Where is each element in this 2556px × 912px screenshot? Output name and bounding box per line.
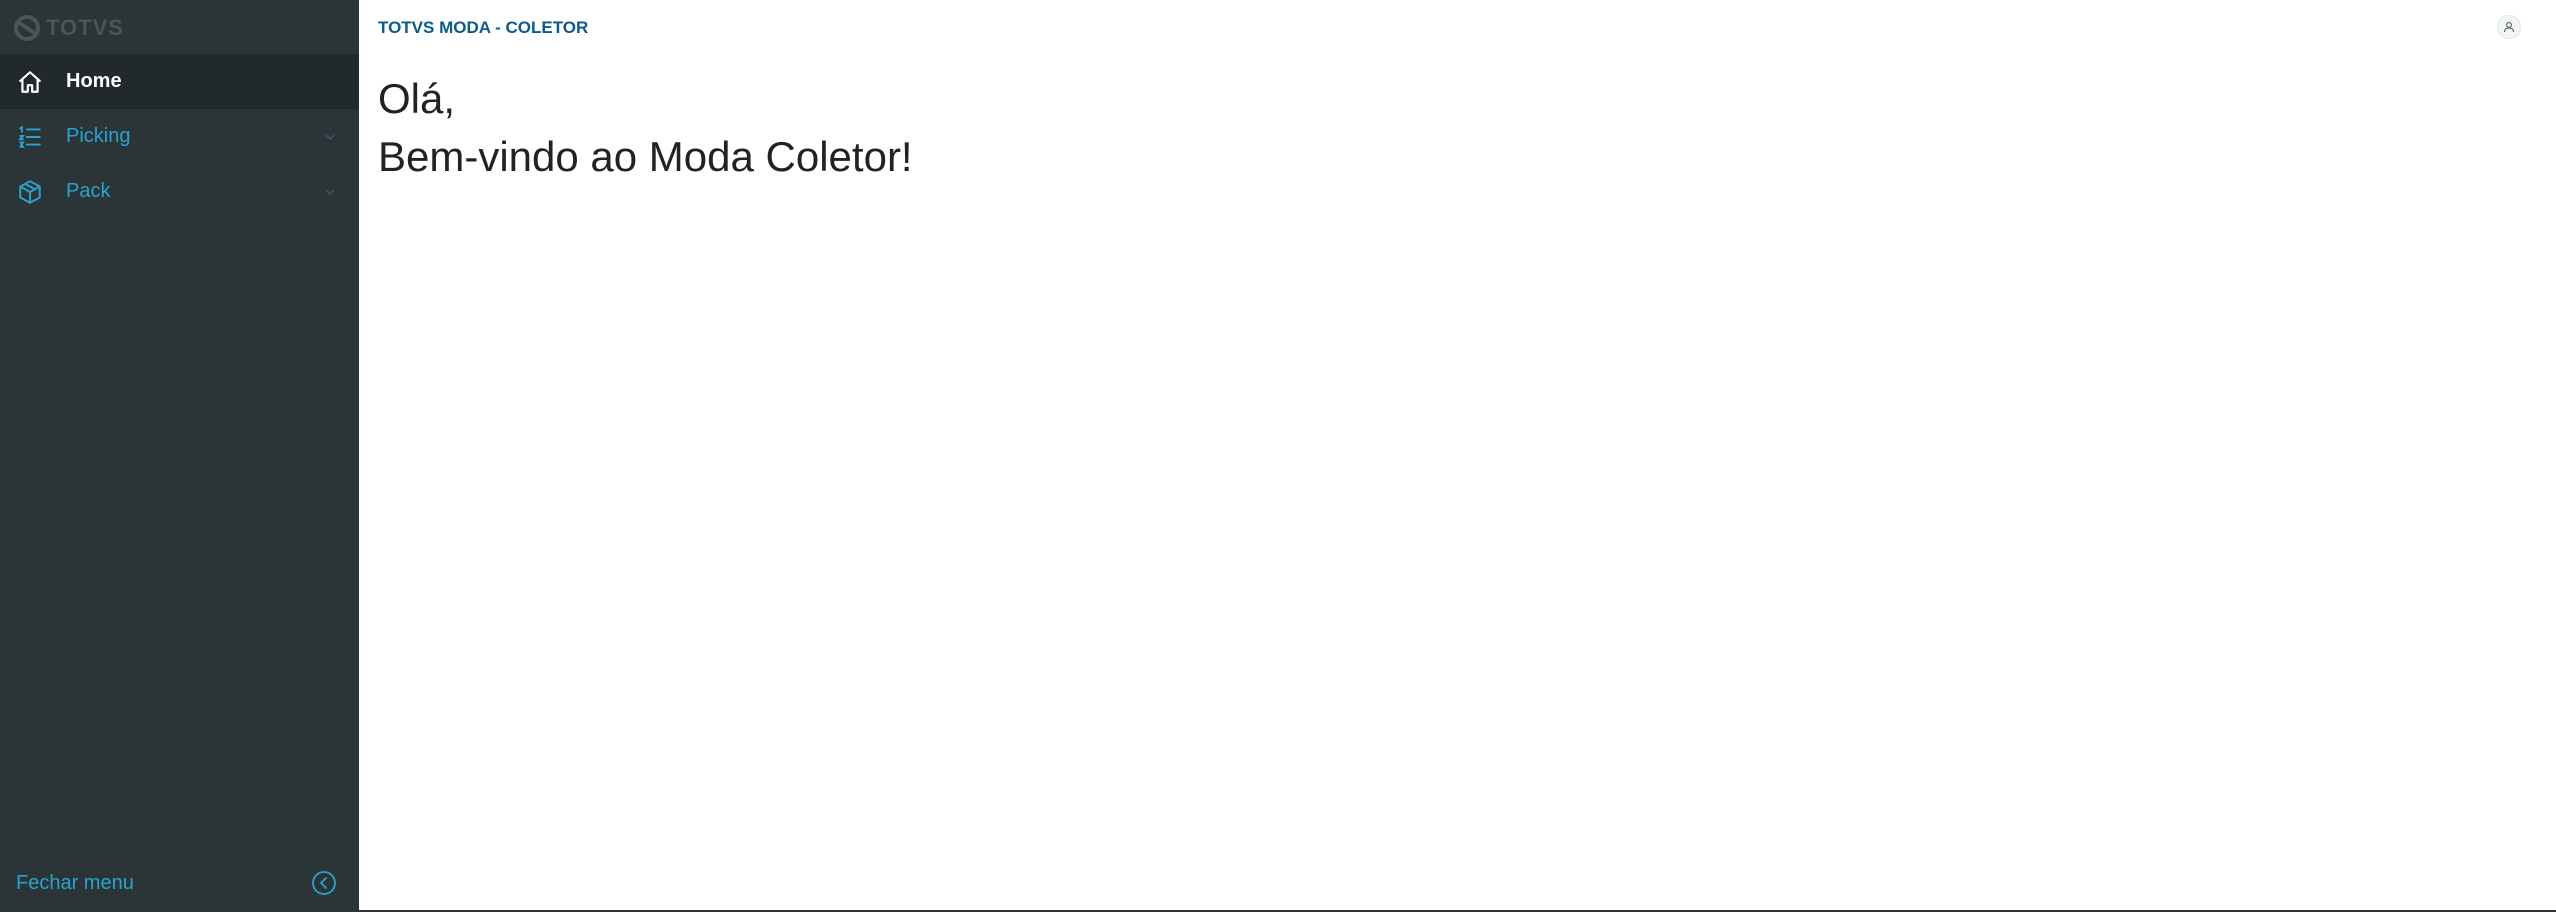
welcome-text: Bem-vindo ao Moda Coletor!: [378, 133, 913, 180]
main-content: TOTVS MODA - COLETOR Olá, Bem-vindo ao M…: [359, 0, 2556, 912]
sidebar-menu: Home Picking Pack: [0, 54, 359, 219]
list-icon: [16, 123, 44, 151]
totvs-logo-icon: [14, 15, 40, 41]
sidebar-item-picking[interactable]: Picking: [0, 109, 359, 164]
logo-text: TOTVS: [46, 15, 124, 40]
page-header-title: TOTVS MODA - COLETOR: [378, 18, 589, 37]
greeting-text: Olá,: [378, 75, 456, 122]
sidebar-item-label: Home: [66, 70, 122, 92]
app-root: TOTVS Home Picking Pack Fechar menu TOTV…: [0, 0, 2556, 912]
user-icon: [2503, 22, 2515, 33]
home-icon: [16, 68, 44, 96]
totvs-logo: TOTVS: [14, 12, 124, 44]
sidebar: TOTVS Home Picking Pack Fechar menu: [0, 0, 359, 912]
chevron-left-circle-icon[interactable]: [311, 870, 337, 896]
user-menu-button[interactable]: [2497, 15, 2521, 39]
sidebar-item-pack[interactable]: Pack: [0, 164, 359, 219]
chevron-down-icon: [325, 188, 335, 195]
chevron-down-icon: [325, 133, 335, 140]
box-icon: [16, 178, 44, 206]
sidebar-item-label: Picking: [66, 125, 131, 147]
sidebar-footer: Fechar menu: [0, 856, 359, 912]
sidebar-item-home[interactable]: Home: [0, 54, 359, 109]
sidebar-item-label: Pack: [66, 180, 111, 202]
close-menu-button[interactable]: Fechar menu: [16, 872, 134, 895]
